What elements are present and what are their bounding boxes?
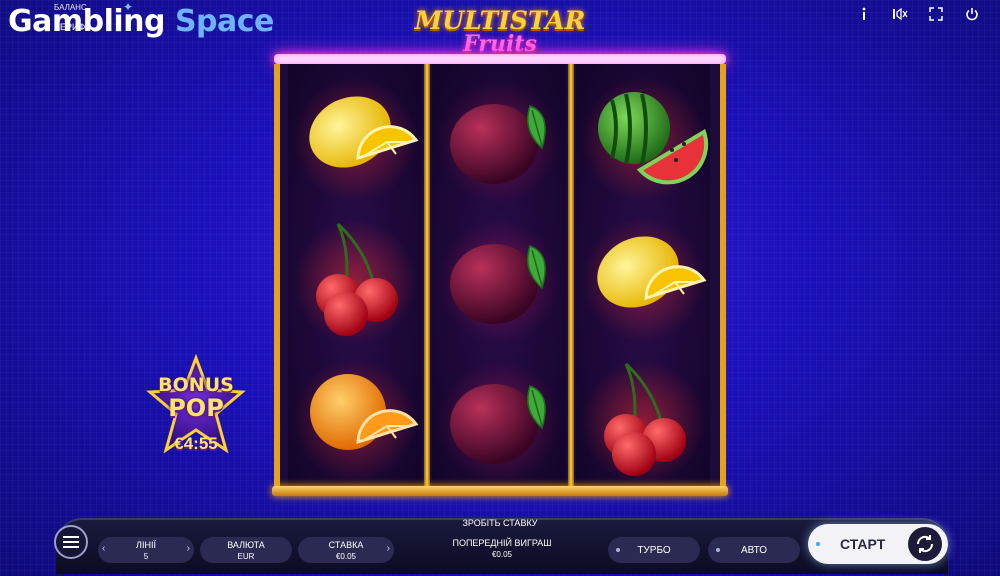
lemon-symbol [288, 70, 422, 210]
auto-toggle[interactable]: АВТО [708, 537, 800, 563]
orange-symbol [288, 350, 422, 490]
toggle-dot-icon [616, 548, 620, 552]
fullscreen-icon[interactable] [928, 6, 944, 22]
bonus-line2: POP [168, 394, 224, 422]
spin-icon[interactable] [908, 527, 942, 561]
currency-value: EUR [237, 552, 255, 561]
menu-icon [63, 536, 79, 548]
orange-icon [293, 358, 419, 482]
top-controls [856, 6, 980, 22]
stake-selector[interactable]: СТАВКА €0.05 › [298, 537, 394, 563]
turbo-toggle[interactable]: ТУРБО [608, 537, 700, 563]
plum-icon [437, 80, 561, 204]
plum-symbol [432, 70, 566, 210]
neon-top-bar [274, 54, 726, 64]
cherry-icon [293, 220, 417, 344]
previous-win: ПОПЕРЕДНІЙ ВИГРАШ €0.05 [440, 538, 564, 559]
cherry-symbol [288, 210, 422, 350]
reel-3 [576, 64, 710, 494]
cherry-symbol [576, 350, 710, 490]
plum-symbol [432, 210, 566, 350]
bonus-pop-badge[interactable]: BONUS POP €4:55 [144, 353, 248, 458]
currency-label: ВАЛЮТА [227, 540, 265, 550]
bonus-timer: €4:55 [174, 434, 218, 453]
previous-win-value: €0.05 [491, 550, 513, 559]
turbo-label: ТУРБО [637, 544, 671, 556]
menu-button[interactable] [54, 525, 88, 559]
plum-icon [437, 360, 561, 484]
gambling-space-watermark: Gambling Space [8, 4, 274, 39]
balance-label: БАЛАНС [54, 3, 87, 12]
stake-label: СТАВКА [328, 540, 364, 550]
sound-icon[interactable] [892, 6, 908, 22]
reel-divider [568, 64, 574, 494]
reel-bottom-bar [272, 486, 728, 496]
info-icon[interactable] [856, 6, 872, 22]
plum-symbol [432, 350, 566, 490]
reel-2 [432, 64, 566, 494]
toggle-dot-icon [716, 548, 720, 552]
lines-selector[interactable]: ‹ ЛІНІЇ 5 › [98, 537, 194, 563]
previous-win-label: ПОПЕРЕДНІЙ ВИГРАШ [452, 538, 552, 548]
bonus-line1: BONUS [158, 374, 234, 396]
lemon-icon [293, 78, 419, 202]
sparkle-icon: ✦ [123, 0, 134, 14]
chevron-right-icon[interactable]: › [187, 543, 190, 554]
auto-label: АВТО [740, 544, 768, 556]
watermark-part1: Gambling [8, 4, 175, 39]
lemon-icon [581, 218, 707, 342]
balance-value: ВЕРИФІ [54, 22, 88, 32]
plum-icon [437, 220, 561, 344]
lines-label: ЛІНІЇ [136, 540, 156, 550]
reel-1 [288, 64, 422, 494]
watermelon-icon [581, 78, 709, 202]
chevron-right-icon[interactable]: › [387, 543, 390, 554]
start-dot-icon [816, 542, 820, 546]
stake-value: €0.05 [335, 552, 357, 561]
power-icon[interactable] [964, 6, 980, 22]
watermelon-symbol [576, 70, 710, 210]
currency-selector[interactable]: ВАЛЮТА EUR [200, 537, 292, 563]
game-subtitle: Fruits [463, 31, 537, 57]
game-logo: MULTISTAR Fruits [408, 8, 592, 58]
chevron-left-icon[interactable]: ‹ [102, 543, 105, 554]
lines-value: 5 [143, 552, 149, 561]
watermark-part2: Space [174, 4, 274, 39]
cherry-icon [581, 360, 705, 484]
start-button[interactable]: СТАРТ [808, 524, 948, 564]
lemon-symbol [576, 210, 710, 350]
reel-divider [424, 64, 430, 494]
reel-area [274, 64, 726, 494]
start-label: СТАРТ [840, 536, 886, 552]
